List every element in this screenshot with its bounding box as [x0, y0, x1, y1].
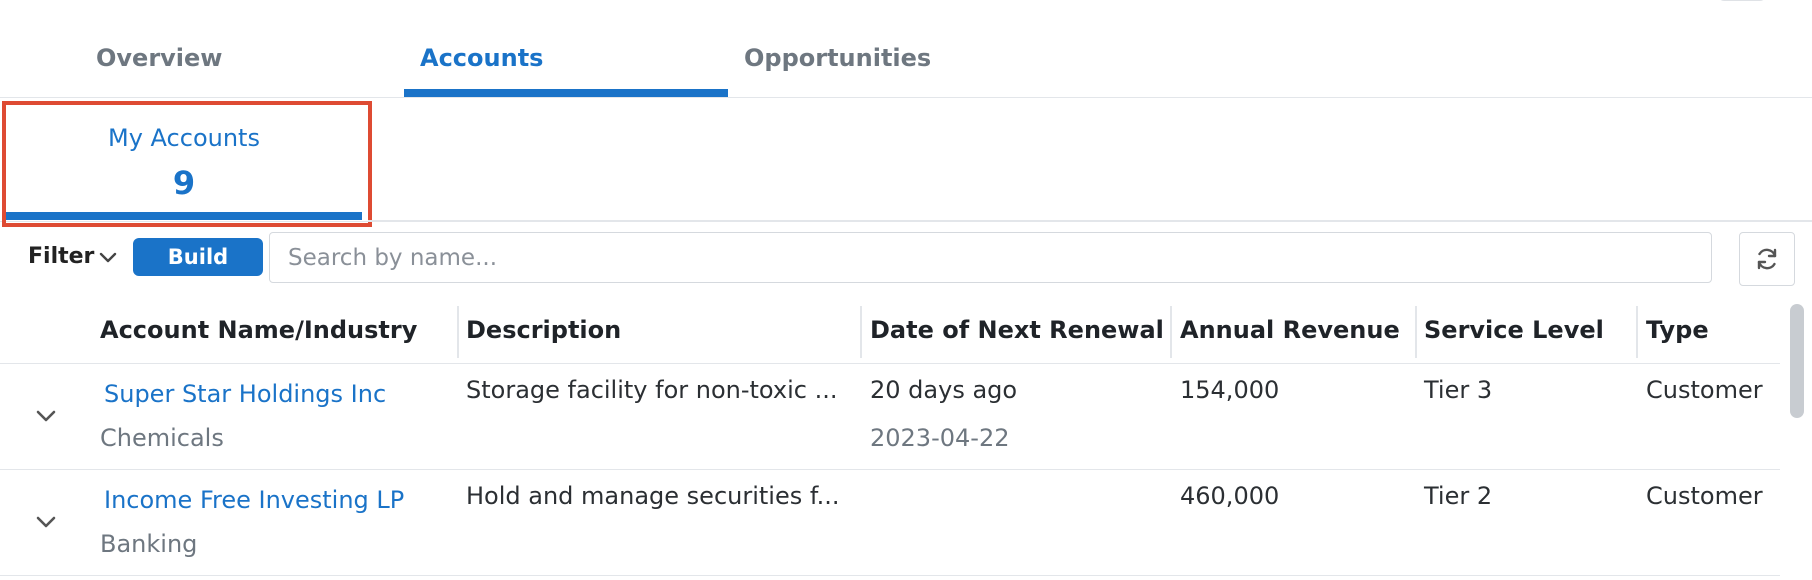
annual-revenue: 460,000: [1180, 482, 1280, 510]
active-subtab-indicator: [6, 212, 362, 220]
renewal-date: 2023-04-22: [870, 424, 1010, 452]
chevron-down-icon[interactable]: [98, 250, 118, 266]
service-level: Tier 3: [1424, 376, 1493, 404]
column-resizer[interactable]: [860, 306, 862, 358]
account-type: Customer: [1646, 482, 1763, 510]
column-resizer[interactable]: [1415, 306, 1417, 358]
column-resizer[interactable]: [1170, 306, 1172, 358]
column-resizer[interactable]: [457, 306, 459, 358]
account-industry: Chemicals: [100, 424, 224, 452]
column-header-service-level[interactable]: Service Level: [1424, 316, 1604, 344]
tab-accounts[interactable]: Accounts: [420, 44, 543, 72]
account-description: Storage facility for non-toxic ...: [466, 376, 838, 404]
active-tab-indicator: [404, 89, 728, 97]
column-header-annual-revenue[interactable]: Annual Revenue: [1180, 316, 1400, 344]
column-header-description[interactable]: Description: [466, 316, 621, 344]
account-description: Hold and manage securities f...: [466, 482, 840, 510]
annual-revenue: 154,000: [1180, 376, 1280, 404]
subtab-count: 9: [172, 164, 196, 202]
scrollbar-thumb[interactable]: [1790, 304, 1804, 418]
refresh-button[interactable]: [1739, 232, 1795, 286]
account-name-link[interactable]: Income Free Investing LP: [104, 486, 404, 514]
account-name-link[interactable]: Super Star Holdings Inc: [104, 380, 386, 408]
column-resizer[interactable]: [1636, 306, 1638, 358]
search-input[interactable]: [269, 232, 1712, 283]
column-header-account-name[interactable]: Account Name/Industry: [100, 316, 417, 344]
refresh-icon: [1757, 248, 1777, 270]
tab-overview[interactable]: Overview: [96, 44, 222, 72]
service-level: Tier 2: [1424, 482, 1493, 510]
column-header-type[interactable]: Type: [1646, 316, 1709, 344]
chevron-down-icon[interactable]: [34, 514, 58, 530]
column-header-renewal-date[interactable]: Date of Next Renewal: [870, 316, 1164, 344]
subtab-label: My Accounts: [108, 124, 260, 152]
main-tabs: Overview Accounts Opportunities: [0, 0, 1812, 98]
account-industry: Banking: [100, 530, 198, 558]
chevron-down-icon[interactable]: [34, 408, 58, 424]
filter-dropdown[interactable]: Filter: [28, 244, 94, 269]
account-type: Customer: [1646, 376, 1763, 404]
divider: [368, 220, 1812, 222]
tab-opportunities[interactable]: Opportunities: [744, 44, 931, 72]
renewal-relative: 20 days ago: [870, 376, 1018, 404]
build-filter-button[interactable]: Build Filter: [133, 238, 263, 307]
